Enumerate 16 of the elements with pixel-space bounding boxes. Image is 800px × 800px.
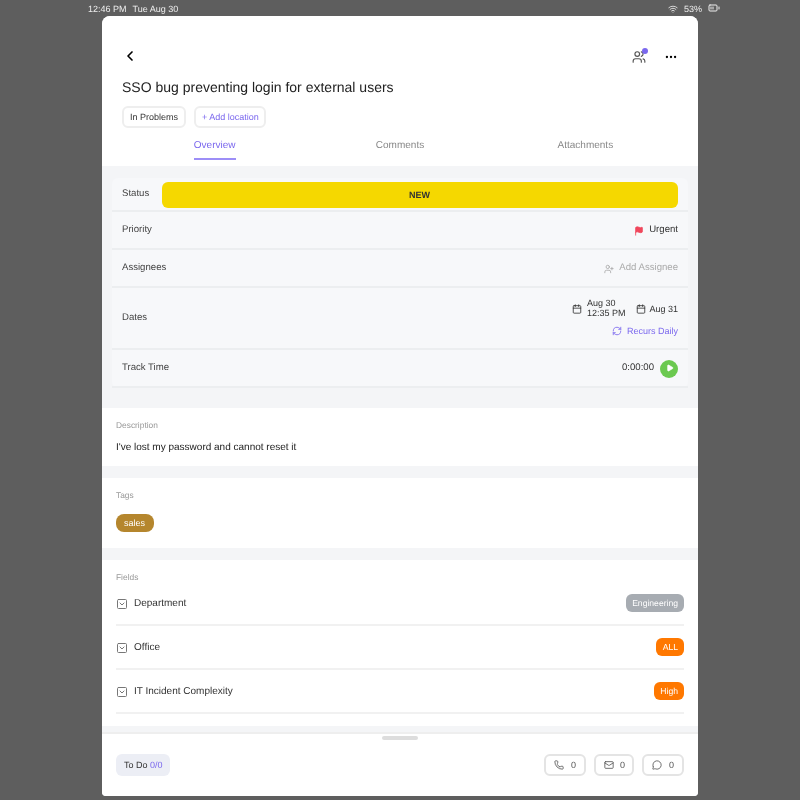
- play-icon: [665, 364, 673, 372]
- add-user-icon: [603, 263, 614, 273]
- wifi-icon: [667, 3, 678, 13]
- calendar-icon: [635, 304, 646, 314]
- repeat-icon: [612, 326, 623, 337]
- battery-icon: [708, 2, 720, 14]
- back-button[interactable]: [122, 48, 138, 64]
- chat-icon: [652, 760, 663, 770]
- calendar-icon: [572, 304, 583, 314]
- more-button[interactable]: [664, 50, 678, 64]
- dropdown-field-icon: [116, 685, 128, 697]
- mail-icon: [603, 760, 614, 770]
- dropdown-field-icon: [116, 641, 128, 653]
- people-icon[interactable]: [632, 50, 646, 64]
- dropdown-field-icon: [116, 597, 128, 609]
- phone-icon: [554, 760, 565, 770]
